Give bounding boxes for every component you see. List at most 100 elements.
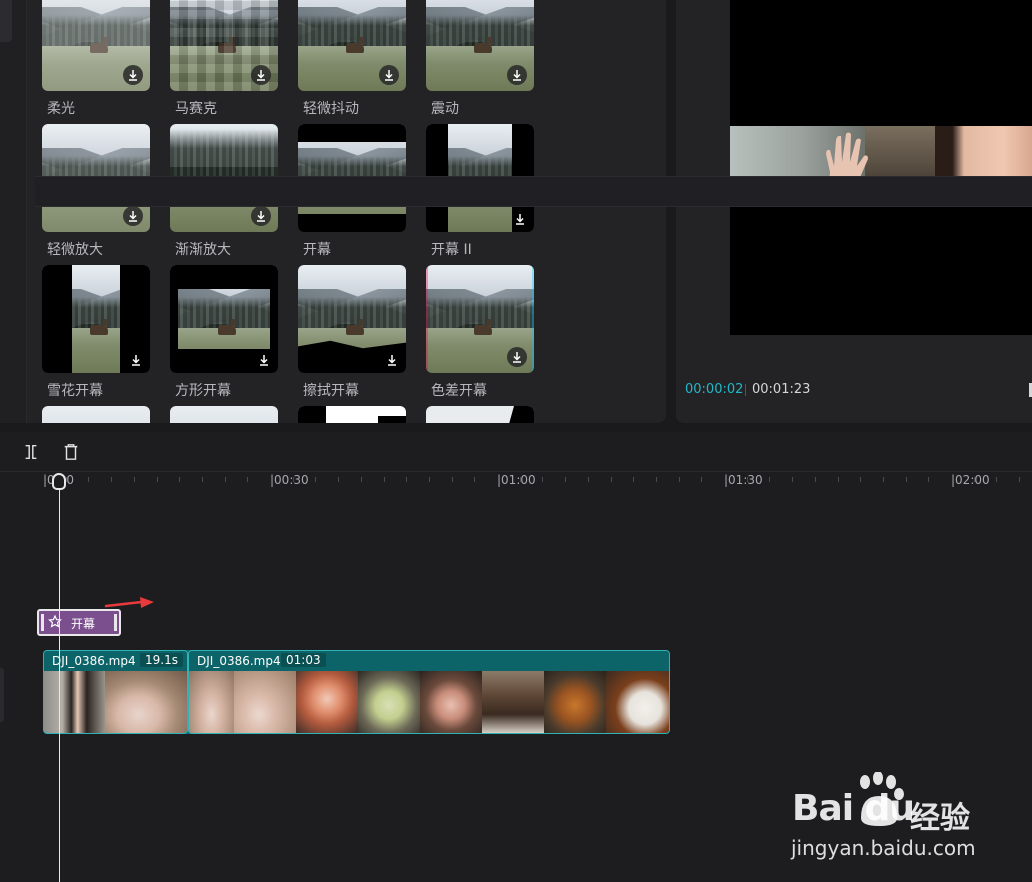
effect-thumbnail[interactable]: [42, 0, 150, 91]
ruler-tick: [88, 477, 89, 482]
rail-tab[interactable]: [0, 0, 12, 42]
effect-tile[interactable]: 色差开幕: [426, 265, 534, 406]
download-icon[interactable]: [379, 65, 399, 85]
ruler-tick: [906, 477, 907, 482]
ruler-tick: [315, 477, 316, 482]
effect-thumbnail[interactable]: [170, 265, 278, 373]
effect-thumbnail[interactable]: [298, 0, 406, 91]
effect-tile[interactable]: 擦拭开幕: [298, 265, 406, 406]
ruler-tick: [792, 477, 793, 482]
download-icon[interactable]: [251, 65, 271, 85]
effect-tile[interactable]: 轻微抖动: [298, 0, 406, 124]
clip-duration: 19.1s: [140, 653, 183, 667]
effect-tile[interactable]: 雪花开幕: [42, 265, 150, 406]
ruler-tick: [838, 477, 839, 482]
effects-grid: 柔光 马赛克 轻微抖动 震动 轻微放大 渐渐放大 开幕 开幕 II 雪花开幕 方…: [42, 0, 534, 423]
effect-tile[interactable]: 震动: [426, 0, 534, 124]
effect-thumbnail[interactable]: [170, 0, 278, 91]
effect-label: 轻微抖动: [303, 101, 359, 117]
ruler-tick: [679, 477, 680, 482]
ruler-tick: [974, 477, 975, 482]
ruler-tick: [701, 477, 702, 482]
ruler-tick: [157, 477, 158, 482]
baidu-paw-icon: [860, 772, 904, 826]
ruler-tick: [452, 477, 453, 482]
playhead[interactable]: [59, 478, 60, 882]
ruler-tick: [474, 477, 475, 482]
preview-panel: 00:00:02 00:01:23: [676, 0, 1032, 423]
effect-tile[interactable]: 马赛克: [170, 0, 278, 124]
effect-tile[interactable]: [426, 406, 534, 423]
clip-frames: [44, 671, 187, 733]
video-clip[interactable]: DJI_0386.mp4 19.1s: [43, 650, 188, 734]
effect-thumbnail[interactable]: [42, 406, 150, 423]
effect-thumbnail[interactable]: [426, 265, 534, 373]
effect-tile[interactable]: [298, 406, 406, 423]
ruler-tick: [860, 477, 861, 482]
download-icon[interactable]: [129, 353, 143, 367]
ruler-tick: [747, 477, 748, 482]
effect-thumbnail[interactable]: [298, 406, 406, 423]
ruler-tick: [406, 477, 407, 482]
ruler-tick: [361, 477, 362, 482]
ruler-tick: [293, 477, 294, 482]
clip-frames: [189, 671, 669, 733]
ruler-tick: [883, 477, 884, 482]
effect-label: 马赛克: [175, 101, 217, 117]
ruler-tick: [1019, 477, 1020, 482]
total-time: 00:01:23: [752, 382, 811, 397]
effect-thumbnail[interactable]: [170, 406, 278, 423]
split-icon[interactable]: [21, 442, 41, 462]
ruler-tick: [66, 477, 67, 482]
effect-thumbnail[interactable]: [426, 0, 534, 91]
ruler-tick: [338, 477, 339, 482]
effect-label: 开幕: [303, 242, 331, 258]
download-icon[interactable]: [507, 65, 527, 85]
download-icon[interactable]: [251, 206, 271, 226]
ruler-tick: [928, 477, 929, 482]
effect-tile[interactable]: [170, 406, 278, 423]
ruler-label: |02:00: [951, 473, 990, 487]
ruler-tick: [179, 477, 180, 482]
editor-window: 柔光 马赛克 轻微抖动 震动 轻微放大 渐渐放大 开幕 开幕 II 雪花开幕 方…: [0, 0, 1032, 882]
ruler-tick: [134, 477, 135, 482]
download-icon[interactable]: [385, 353, 399, 367]
effect-thumbnail[interactable]: [298, 265, 406, 373]
effect-track[interactable]: [35, 176, 1032, 207]
ruler-tick: [520, 477, 521, 482]
video-clip[interactable]: DJI_0386.mp4 01:03: [188, 650, 670, 734]
time-ruler[interactable]: |0:00 |00:30 |01:00 |01:30 |02:00: [0, 472, 1032, 494]
effect-label: 渐渐放大: [175, 242, 231, 258]
ruler-tick: [611, 477, 612, 482]
playhead-handle[interactable]: [52, 473, 66, 490]
annotation-arrow: [104, 597, 154, 608]
delete-icon[interactable]: [61, 442, 81, 462]
ruler-tick: [588, 477, 589, 482]
effect-clip[interactable]: 开幕: [37, 609, 121, 636]
clip-trim-handle-right[interactable]: [114, 614, 117, 631]
effect-label: 擦拭开幕: [303, 383, 359, 399]
effect-label: 震动: [431, 101, 459, 117]
effect-thumbnail[interactable]: [42, 265, 150, 373]
effects-panel: 柔光 马赛克 轻微抖动 震动 轻微放大 渐渐放大 开幕 开幕 II 雪花开幕 方…: [27, 0, 666, 423]
effect-label: 方形开幕: [175, 383, 231, 399]
clip-trim-handle-left[interactable]: [41, 614, 44, 631]
effect-tile[interactable]: [42, 406, 150, 423]
ruler-tick: [633, 477, 634, 482]
effect-label: 开幕 II: [431, 242, 472, 258]
ruler-tick: [202, 477, 203, 482]
download-icon[interactable]: [507, 347, 527, 367]
download-icon[interactable]: [513, 212, 527, 226]
download-icon[interactable]: [257, 353, 271, 367]
effect-thumbnail[interactable]: [426, 406, 534, 423]
clip-duration: 01:03: [281, 653, 326, 667]
download-icon[interactable]: [123, 65, 143, 85]
effect-tile[interactable]: 柔光: [42, 0, 150, 124]
effect-label: 柔光: [47, 101, 75, 117]
ruler-tick: [769, 477, 770, 482]
effect-tile[interactable]: 方形开幕: [170, 265, 278, 406]
effect-clip-label: 开幕: [71, 617, 96, 631]
download-icon[interactable]: [123, 206, 143, 226]
watermark-url: jingyan.baidu.com: [791, 836, 976, 860]
ruler-label: |00:30: [270, 473, 309, 487]
